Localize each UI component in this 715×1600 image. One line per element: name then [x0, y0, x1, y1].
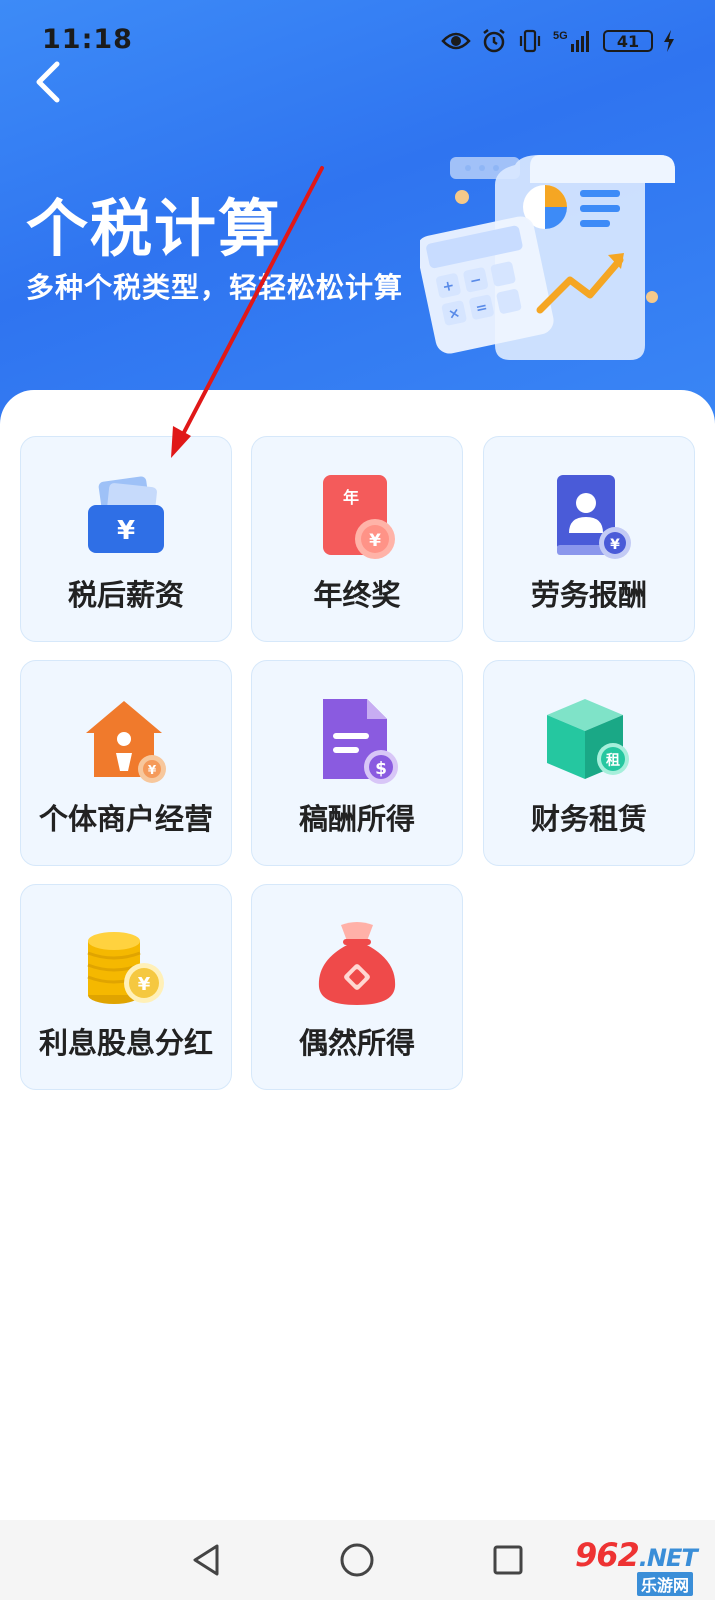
system-nav-bar: 962.NET 乐游网 — [0, 1520, 715, 1600]
grid-item-financial-leasing[interactable]: 租 财务租赁 — [483, 660, 695, 866]
rent-box-icon: 租 — [547, 699, 629, 779]
red-envelope-year-icon: 年 ¥ — [323, 475, 395, 559]
grid-item-after-tax-salary[interactable]: ¥ 税后薪资 — [20, 436, 232, 642]
svg-text:¥: ¥ — [369, 531, 381, 551]
nav-home-button[interactable] — [335, 1538, 379, 1582]
svg-text:¥: ¥ — [610, 537, 620, 553]
battery-indicator: 41 — [603, 30, 653, 52]
charging-icon — [664, 30, 674, 52]
status-icons: 5G 41 — [441, 28, 675, 54]
page-subtitle: 多种个税类型，轻轻松松计算 — [26, 271, 404, 304]
grid-item-royalty-income[interactable]: $ 稿酬所得 — [251, 660, 463, 866]
eye-icon — [441, 32, 471, 50]
watermark-sub: 乐游网 — [637, 1572, 694, 1596]
page-title: 个税计算 — [26, 192, 283, 265]
svg-text:¥: ¥ — [117, 516, 135, 546]
watermark-brand: 962.NET — [575, 1536, 698, 1574]
triangle-back-icon — [193, 1544, 219, 1576]
document-dollar-icon: $ — [323, 699, 398, 784]
watermark-brand-number: 962 — [575, 1536, 640, 1574]
grid-item-incidental-income[interactable]: 偶然所得 — [251, 884, 463, 1090]
shop-house-icon: ¥ — [86, 701, 166, 783]
svg-text:¥: ¥ — [138, 974, 151, 995]
calculator-chart-illustration: + − × = — [420, 155, 675, 360]
svg-text:¥: ¥ — [148, 763, 157, 777]
vibrate-icon — [519, 29, 541, 53]
alarm-icon — [483, 29, 505, 53]
square-recents-icon — [493, 1545, 523, 1575]
svg-text:5G: 5G — [553, 30, 568, 42]
coin-stack-icon: ¥ — [87, 932, 164, 1004]
grid-item-label: 偶然所得 — [298, 1026, 415, 1060]
grid-item-label: 个体商户经营 — [38, 802, 213, 836]
grid-item-label: 财务租赁 — [530, 802, 647, 836]
back-button[interactable] — [18, 52, 78, 112]
watermark-logo: 962.NET 乐游网 — [575, 1536, 705, 1596]
signal-5g-icon: 5G — [553, 30, 589, 52]
grid-item-label: 利息股息分红 — [38, 1026, 213, 1060]
nav-recents-button[interactable] — [486, 1538, 530, 1582]
battery-level: 41 — [616, 31, 640, 51]
svg-text:租: 租 — [606, 752, 620, 769]
grid-item-label: 劳务报酬 — [530, 578, 647, 612]
status-bar: 11:18 5G 41 — [0, 0, 715, 55]
contract-person-icon: ¥ — [557, 475, 631, 559]
grid-item-label: 年终奖 — [313, 578, 401, 612]
wallet-yen-icon: ¥ — [88, 476, 164, 553]
nav-back-button[interactable] — [184, 1538, 228, 1582]
svg-text:年: 年 — [343, 488, 359, 507]
watermark-brand-suffix: .NET — [638, 1544, 698, 1572]
header-banner: 11:18 5G 41 个税计算 多种个税类型，轻轻松松计算 + − × = — [0, 0, 715, 430]
svg-text:$: $ — [375, 759, 387, 779]
grid-item-label: 税后薪资 — [67, 578, 184, 612]
grid-item-year-end-bonus[interactable]: 年 ¥ 年终奖 — [251, 436, 463, 642]
grid-item-individual-business[interactable]: ¥ 个体商户经营 — [20, 660, 232, 866]
status-time: 11:18 — [42, 24, 133, 55]
grid-item-labor-remuneration[interactable]: ¥ 劳务报酬 — [483, 436, 695, 642]
circle-home-icon — [340, 1543, 374, 1577]
grid-item-interest-dividends[interactable]: ¥ 利息股息分红 — [20, 884, 232, 1090]
money-bag-icon — [318, 922, 396, 1005]
chevron-left-icon — [36, 61, 60, 103]
grid-item-label: 稿酬所得 — [298, 802, 415, 836]
